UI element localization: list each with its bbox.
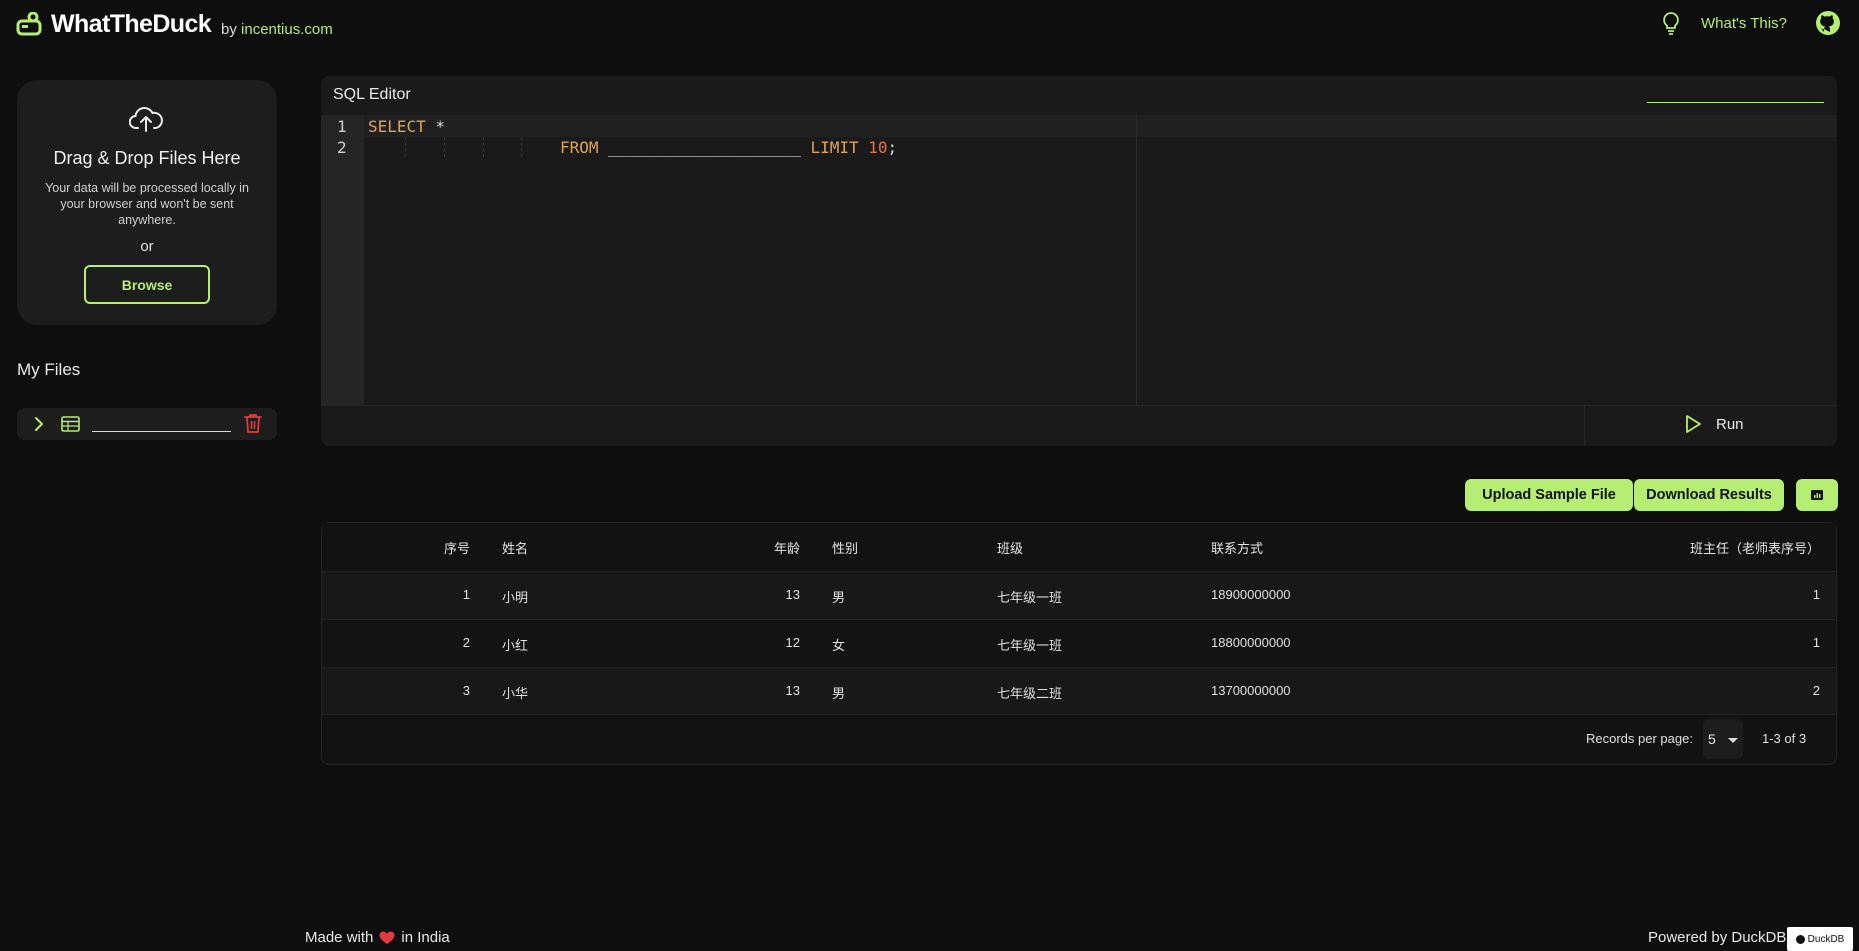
code-line-2[interactable]: FROM ____________________ LIMIT 10;: [560, 138, 897, 157]
editor-print-margin: [1136, 115, 1137, 405]
cloud-upload-icon: [129, 107, 163, 132]
line-number: 2: [337, 138, 347, 157]
table-header-row: 序号 姓名 年龄 性别 班级 联系方式 班主任（老师表序号）: [322, 523, 1836, 571]
table-cell: 小华: [502, 686, 529, 701]
indent-guide: [483, 137, 484, 157]
column-header[interactable]: 序号: [444, 538, 470, 557]
table-cell: 小红: [502, 638, 529, 653]
dropzone-description: Your data will be processed locally in y…: [45, 181, 249, 227]
duckdb-badge[interactable]: DuckDB: [1787, 927, 1853, 951]
table-cell: 男: [832, 686, 846, 701]
table-row[interactable]: 2 小红 12 女 七年级一班 18800000000 1: [322, 619, 1836, 667]
table-cell: 七年级一班: [997, 638, 1063, 653]
table-cell: 七年级二班: [997, 686, 1063, 701]
play-icon: [1686, 415, 1701, 433]
table-cell: 13: [785, 683, 800, 698]
footer-made-with: Made with in India: [305, 929, 450, 946]
chart-button[interactable]: [1796, 479, 1838, 511]
whats-this-link[interactable]: What's This?: [1661, 11, 1787, 35]
table-cell: 12: [785, 635, 800, 650]
table-cell: 2: [1812, 683, 1820, 698]
table-cell: 女: [832, 638, 846, 653]
table-cell: 1: [1812, 587, 1820, 602]
column-header[interactable]: 班级: [997, 538, 1023, 557]
my-files-heading: My Files: [17, 360, 81, 379]
table-icon: [61, 416, 80, 432]
column-header[interactable]: 姓名: [502, 538, 528, 557]
table-cell: 1: [462, 587, 470, 602]
heart-icon: [379, 931, 395, 944]
table-cell: 1: [1812, 635, 1820, 650]
table-cell: 男: [832, 590, 846, 605]
editor-footer-divider: [321, 405, 1837, 406]
editor-tab-indicator: [1647, 102, 1824, 103]
logo-icon: [16, 12, 42, 36]
active-line-highlight: [364, 115, 1837, 137]
records-per-page-value: 5: [1708, 731, 1716, 747]
download-results-button[interactable]: Download Results: [1634, 479, 1784, 511]
indent-guide: [405, 137, 406, 157]
run-button[interactable]: Run: [1684, 414, 1744, 434]
code-line-1[interactable]: SELECT *: [368, 117, 445, 136]
table-row[interactable]: 1 小明 13 男 七年级一班 18900000000 1: [322, 571, 1836, 619]
table-row[interactable]: 3 小华 13 男 七年级二班 13700000000 2: [322, 667, 1836, 715]
caret-down-icon: [1728, 738, 1738, 743]
column-header[interactable]: 年龄: [774, 538, 800, 557]
bar-chart-icon: [1811, 490, 1823, 500]
github-icon[interactable]: [1815, 10, 1841, 36]
column-header[interactable]: 班主任（老师表序号）: [1690, 538, 1820, 557]
table-cell: 3: [462, 683, 470, 698]
run-label: Run: [1716, 415, 1744, 433]
table-cell: 七年级一班: [997, 590, 1063, 605]
table-cell: 13: [785, 587, 800, 602]
by-credit: by incentius.com: [221, 21, 333, 38]
indent-guide: [521, 137, 522, 157]
file-name[interactable]: [92, 414, 231, 432]
table-cell: 13700000000: [1211, 683, 1291, 698]
line-gutter: [321, 115, 364, 405]
table-cell: 小明: [502, 590, 529, 605]
column-header[interactable]: 性别: [832, 538, 858, 557]
incentius-link[interactable]: incentius.com: [241, 21, 333, 38]
line-number: 1: [337, 117, 347, 136]
column-header[interactable]: 联系方式: [1211, 538, 1263, 557]
browse-button[interactable]: Browse: [84, 265, 210, 304]
duckdb-logo-icon: [1795, 934, 1805, 944]
trash-icon[interactable]: [244, 413, 262, 433]
dropzone-title: Drag & Drop Files Here: [53, 148, 241, 168]
table-cell: 18800000000: [1211, 635, 1291, 650]
chevron-right-icon[interactable]: [32, 416, 46, 432]
pagination-range: 1-3 of 3: [1762, 731, 1807, 746]
or-separator: or: [140, 238, 154, 255]
indent-guide: [444, 137, 445, 157]
whats-this-label: What's This?: [1701, 14, 1787, 32]
powered-by: Powered by DuckDB: [1648, 929, 1787, 946]
lightbulb-icon: [1663, 12, 1679, 35]
editor-title: SQL Editor: [333, 86, 411, 103]
upload-sample-button[interactable]: Upload Sample File: [1465, 479, 1633, 511]
brand-name: WhatTheDuck: [51, 10, 212, 38]
records-per-page-label: Records per page:: [1586, 731, 1693, 746]
run-separator: [1584, 406, 1585, 446]
table-cell: 2: [462, 635, 470, 650]
table-cell: 18900000000: [1211, 587, 1291, 602]
